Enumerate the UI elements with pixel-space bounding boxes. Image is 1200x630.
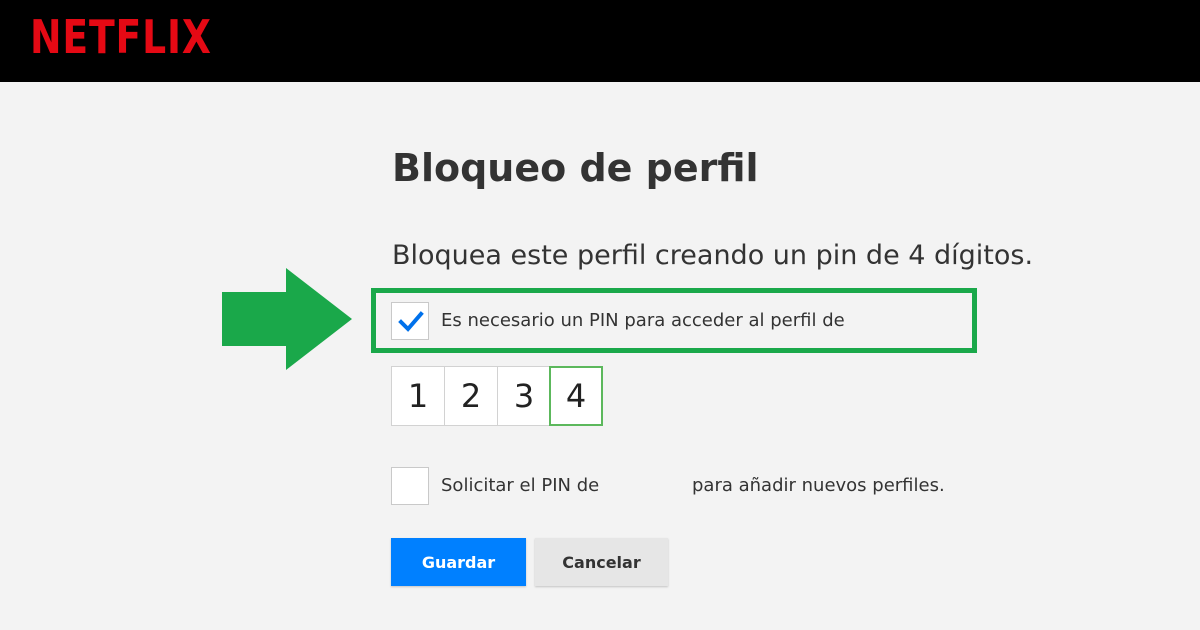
pin-digit-3[interactable]: 3 bbox=[497, 366, 551, 426]
top-bar: NETFLIX bbox=[0, 0, 1200, 82]
pin-digit-4[interactable]: 4 bbox=[549, 366, 603, 426]
page-subtitle: Bloquea este perfil creando un pin de 4 … bbox=[392, 240, 1034, 271]
checkmark-icon bbox=[398, 311, 424, 332]
save-button[interactable]: Guardar bbox=[391, 538, 526, 586]
pin-digit-2[interactable]: 2 bbox=[444, 366, 498, 426]
request-pin-label-end: para añadir nuevos perfiles. bbox=[692, 475, 945, 496]
page-title: Bloqueo de perfil bbox=[392, 146, 759, 190]
require-pin-label: Es necesario un PIN para acceder al perf… bbox=[441, 310, 845, 331]
pin-digit-1[interactable]: 1 bbox=[391, 366, 445, 426]
request-pin-checkbox[interactable] bbox=[391, 467, 429, 505]
cancel-button[interactable]: Cancelar bbox=[535, 538, 668, 586]
request-pin-label-start: Solicitar el PIN de bbox=[441, 475, 600, 496]
require-pin-checkbox[interactable] bbox=[391, 302, 429, 340]
green-arrow-annotation bbox=[222, 268, 352, 370]
netflix-logo[interactable]: NETFLIX bbox=[30, 11, 212, 63]
